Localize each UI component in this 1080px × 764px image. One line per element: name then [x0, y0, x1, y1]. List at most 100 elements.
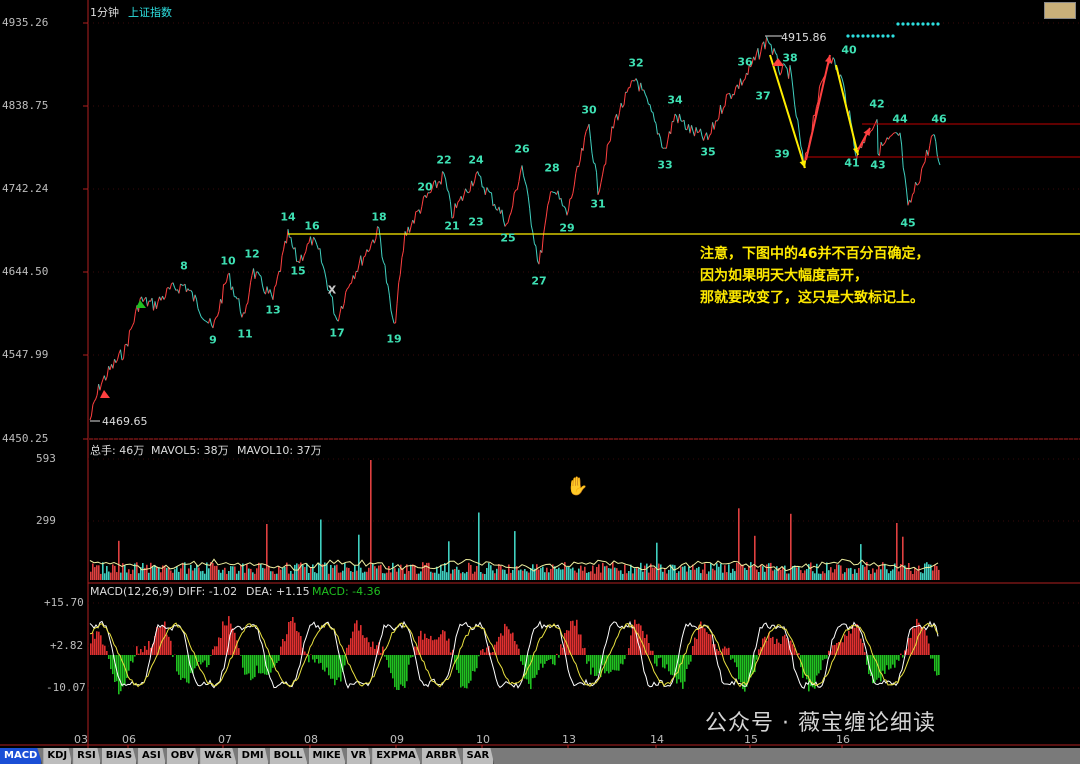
macd-bar [406, 655, 408, 682]
macd-bar [934, 655, 936, 672]
macd-bar [848, 630, 850, 655]
macd-bar [514, 641, 516, 655]
volume-bar [410, 564, 412, 580]
macd-bar [732, 655, 734, 659]
wave-label: 28 [544, 161, 560, 175]
volume-bar [746, 570, 748, 580]
macd-bar [412, 655, 414, 657]
price-segment [235, 296, 238, 300]
volume-bar [644, 565, 646, 580]
macd-bar [540, 655, 542, 664]
volume-bar [246, 564, 248, 580]
macd-bar [782, 636, 784, 655]
macd-bar [646, 634, 648, 655]
macd-bar [248, 655, 250, 674]
volume-bar [596, 567, 598, 580]
volume-bar [256, 568, 258, 580]
tab-sar[interactable]: SAR [462, 748, 495, 764]
price-segment [623, 92, 626, 105]
tab-boll[interactable]: BOLL [269, 748, 308, 764]
tab-asi[interactable]: ASI [138, 748, 166, 764]
volume-bar [388, 566, 390, 580]
macd-bar [254, 655, 256, 678]
tab-dmi[interactable]: DMI [237, 748, 269, 764]
price-segment [129, 328, 132, 331]
volume-bar [716, 563, 718, 580]
macd-bar [186, 655, 188, 683]
volume-bar [152, 565, 154, 580]
price-segment [700, 128, 703, 137]
price-segment [193, 294, 196, 302]
volume-bar [372, 564, 374, 580]
macd-bar [422, 639, 424, 655]
price-segment [883, 141, 886, 145]
tab-wr[interactable]: W&R [200, 748, 237, 764]
volume-bar [264, 568, 266, 580]
volume-bar [178, 571, 180, 580]
volume-bar [338, 572, 340, 580]
volume-bar [358, 534, 360, 580]
tab-arbr[interactable]: ARBR [421, 748, 462, 764]
volume-bar [124, 564, 126, 580]
tab-kdj[interactable]: KDJ [43, 748, 73, 764]
macd-bar [550, 655, 552, 660]
price-segment [451, 216, 454, 219]
macd-bar [402, 655, 404, 687]
macd-bar [724, 646, 726, 655]
wave-label: 41 [844, 156, 860, 170]
macd-bar [354, 623, 356, 655]
volume-bar [510, 572, 512, 580]
tab-obv[interactable]: OBV [166, 748, 200, 764]
volume-bar [918, 565, 920, 580]
price-segment [683, 120, 686, 130]
tab-macd[interactable]: MACD [0, 748, 43, 764]
price-segment [199, 312, 202, 317]
volume-bar [694, 569, 696, 580]
price-segment [390, 310, 393, 318]
tab-rsi[interactable]: RSI [73, 748, 101, 764]
price-segment [933, 134, 937, 142]
macd-bar [110, 655, 112, 670]
price-segment [381, 256, 384, 263]
price-segment [530, 225, 534, 233]
volume-bar [684, 565, 686, 580]
macd-bar [616, 655, 618, 671]
price-segment [445, 179, 448, 190]
macd-bar [180, 655, 182, 680]
macd-bar [136, 646, 138, 655]
indicator-tab-bar: MACD KDJ RSI BIAS ASI OBV W&R DMI BOLL M… [0, 748, 1080, 764]
price-segment [877, 127, 879, 155]
macd-bar [756, 655, 758, 660]
tab-mike[interactable]: MIKE [308, 748, 346, 764]
tab-expma[interactable]: EXPMA [372, 748, 421, 764]
volume-bar [594, 573, 596, 580]
price-segment [253, 268, 256, 279]
macd-bar [240, 655, 242, 656]
volume-bar [232, 566, 234, 580]
volume-bar [464, 573, 466, 580]
price-segment [724, 94, 727, 107]
macd-bar [286, 634, 288, 655]
volume-bar [646, 563, 648, 580]
macd-bar [886, 655, 888, 666]
macd-bar [346, 647, 348, 655]
price-segment [501, 209, 504, 221]
price-segment [269, 289, 272, 295]
price-segment [654, 120, 657, 124]
price-segment [902, 167, 906, 176]
macd-bar [834, 644, 836, 655]
tab-vr[interactable]: VR [346, 748, 372, 764]
macd-bar [816, 655, 818, 676]
price-segment [673, 113, 676, 122]
volume-bar [626, 573, 628, 580]
macd-bar [462, 655, 464, 687]
price-segment [92, 401, 95, 405]
price-segment [912, 192, 915, 195]
macd-bar [708, 634, 710, 655]
tab-bias[interactable]: BIAS [101, 748, 138, 764]
price-segment [419, 206, 423, 214]
volume-bar [276, 573, 278, 580]
macd-bar [384, 655, 386, 657]
macd-bar [360, 625, 362, 655]
volume-bar [928, 564, 930, 580]
